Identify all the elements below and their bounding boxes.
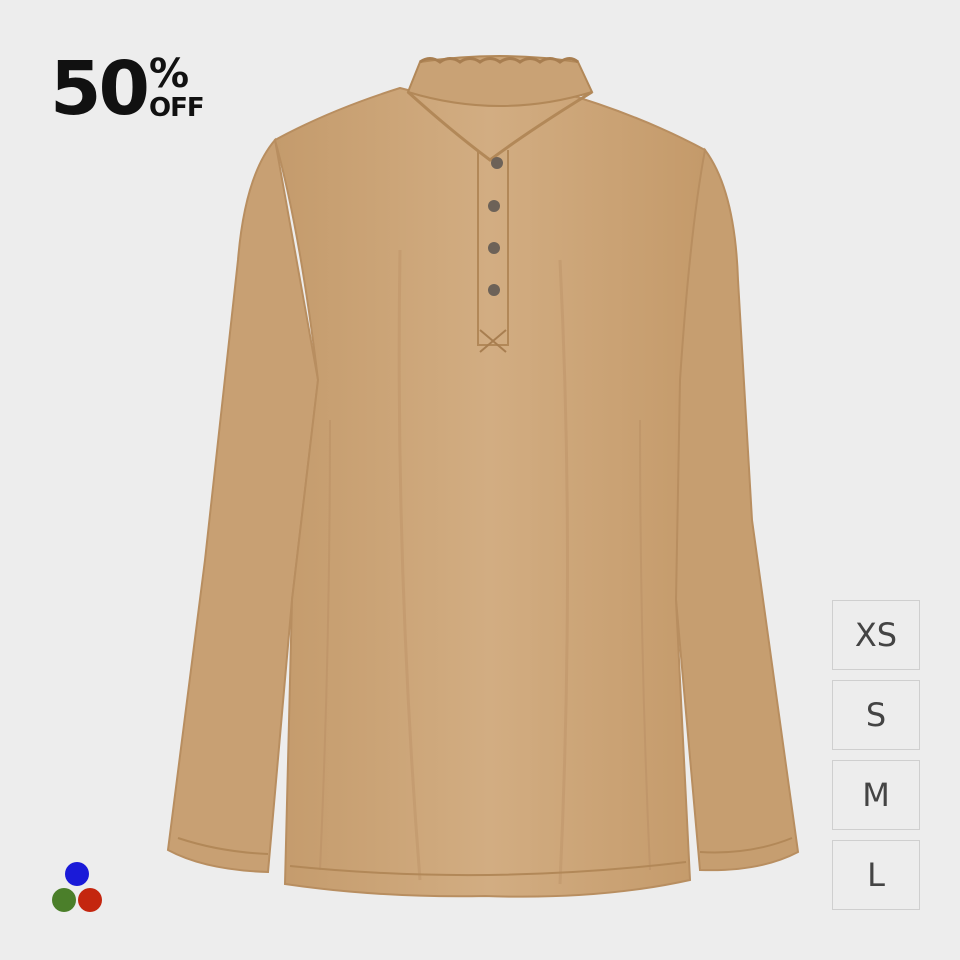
size-button-l[interactable]: L [832, 840, 920, 910]
discount-suffix: % OFF [148, 51, 205, 123]
color-swatch-blue[interactable] [65, 862, 89, 886]
product-card: 50 % OFF XS S M L [0, 0, 960, 960]
color-swatches [50, 862, 104, 916]
discount-off-label: OFF [148, 93, 205, 123]
discount-number: 50 [50, 46, 150, 132]
size-selector: XS S M L [832, 600, 922, 910]
discount-percent: % [148, 51, 190, 97]
color-swatch-green[interactable] [52, 888, 76, 912]
size-button-s[interactable]: S [832, 680, 920, 750]
size-button-xs[interactable]: XS [832, 600, 920, 670]
product-image[interactable] [0, 0, 960, 960]
color-swatch-red[interactable] [78, 888, 102, 912]
discount-badge: 50 % OFF [50, 46, 205, 132]
size-button-m[interactable]: M [832, 760, 920, 830]
